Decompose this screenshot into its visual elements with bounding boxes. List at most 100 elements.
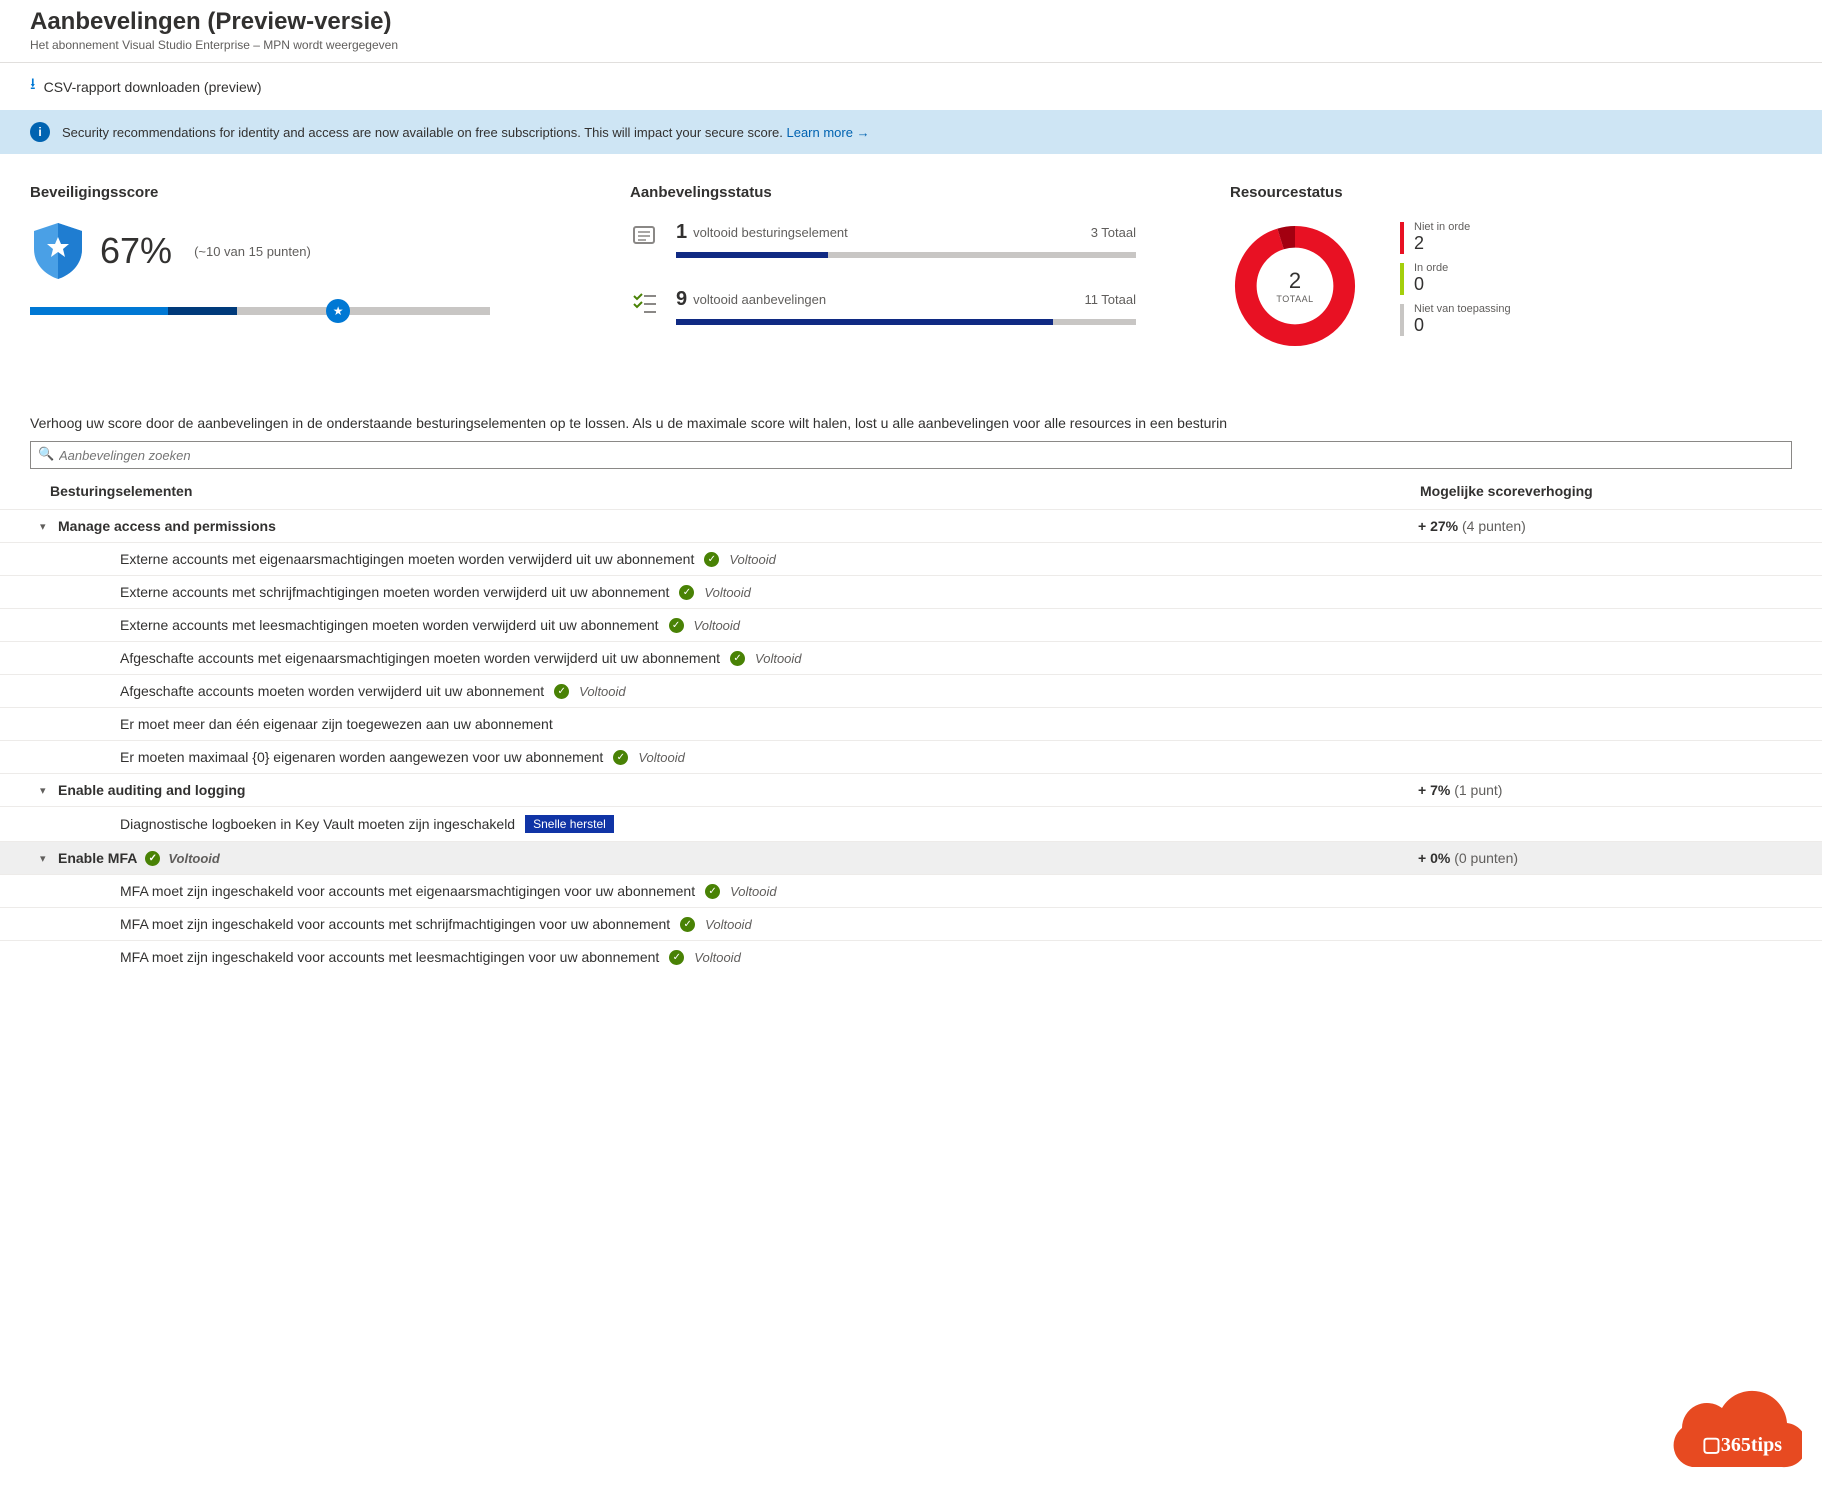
control-name: Enable MFA <box>58 850 137 866</box>
check-icon: ✓ <box>669 618 684 633</box>
status-icon <box>630 288 658 316</box>
recommendation-row[interactable]: MFA moet zijn ingeschakeld voor accounts… <box>0 874 1822 907</box>
svg-text:▢365tips: ▢365tips <box>1702 1434 1782 1456</box>
check-icon: ✓ <box>554 684 569 699</box>
recommendation-text: Externe accounts met leesmachtigingen mo… <box>120 617 659 633</box>
recommendation-text: Afgeschafte accounts moeten worden verwi… <box>120 683 544 699</box>
chevron-down-icon: ▾ <box>40 852 58 865</box>
recommendation-row[interactable]: Diagnostische logboeken in Key Vault moe… <box>0 806 1822 841</box>
score-title: Beveiligingsscore <box>30 184 590 201</box>
learn-more-link[interactable]: Learn more → <box>786 125 869 140</box>
legend-item: Niet in orde 2 <box>1400 221 1511 254</box>
recommendation-row[interactable]: Externe accounts met schrijfmachtigingen… <box>0 575 1822 608</box>
recommendation-row[interactable]: Afgeschafte accounts moeten worden verwi… <box>0 674 1822 707</box>
resource-title: Resourcestatus <box>1230 184 1511 201</box>
donut-total-label: TOTAAL <box>1276 294 1313 304</box>
search-icon: 🔍 <box>38 446 54 462</box>
info-icon: i <box>30 122 50 142</box>
score-increase: + 27% <box>1418 518 1458 534</box>
legend-label: Niet van toepassing <box>1414 303 1511 315</box>
score-subtext: (~10 van 15 punten) <box>194 244 311 259</box>
completed-label: Voltooid <box>705 917 752 932</box>
recommendation-text: Er moeten maximaal {0} eigenaren worden … <box>120 749 603 765</box>
chevron-down-icon: ▾ <box>40 784 58 797</box>
shield-icon <box>30 221 86 281</box>
check-icon: ✓ <box>669 950 684 965</box>
page-title: Aanbevelingen (Preview-versie) <box>30 8 1792 36</box>
status-title: Aanbevelingsstatus <box>630 184 1190 201</box>
status-label: voltooid besturingselement <box>693 225 1085 240</box>
search-input[interactable] <box>30 441 1792 469</box>
control-name: Manage access and permissions <box>58 518 276 534</box>
status-bar <box>676 319 1136 325</box>
recommendation-row[interactable]: Er moet meer dan één eigenaar zijn toege… <box>0 707 1822 740</box>
score-increase-pts: (0 punten) <box>1454 850 1518 866</box>
recommendation-text: Diagnostische logboeken in Key Vault moe… <box>120 816 515 832</box>
recommendation-text: Afgeschafte accounts met eigenaarsmachti… <box>120 650 720 666</box>
info-banner: i Security recommendations for identity … <box>0 110 1822 154</box>
recommendation-text: Er moet meer dan één eigenaar zijn toege… <box>120 716 553 732</box>
resource-donut: 2 TOTAAL <box>1230 221 1360 351</box>
check-icon: ✓ <box>680 917 695 932</box>
watermark-logo: ▢365tips <box>1632 1373 1802 1486</box>
recommendation-text: MFA moet zijn ingeschakeld voor accounts… <box>120 916 670 932</box>
download-csv-button[interactable]: CSV-rapport downloaden (preview) <box>44 79 262 95</box>
donut-total-num: 2 <box>1289 268 1301 294</box>
check-icon: ✓ <box>705 884 720 899</box>
legend-item: Niet van toepassing 0 <box>1400 303 1511 336</box>
status-label: voltooid aanbevelingen <box>693 292 1078 307</box>
recommendation-row[interactable]: Externe accounts met eigenaarsmachtiging… <box>0 542 1822 575</box>
control-row[interactable]: ▾ Manage access and permissions + 27% (4… <box>0 509 1822 542</box>
score-increase-pts: (1 punt) <box>1454 782 1502 798</box>
quickfix-badge[interactable]: Snelle herstel <box>525 815 614 833</box>
status-total: 11 Totaal <box>1084 292 1136 307</box>
control-name: Enable auditing and logging <box>58 782 245 798</box>
col-score-header[interactable]: Mogelijke scoreverhoging <box>1420 483 1593 499</box>
page-subtitle: Het abonnement Visual Studio Enterprise … <box>30 38 1792 52</box>
score-increase-pts: (4 punten) <box>1462 518 1526 534</box>
recommendation-text: Externe accounts met schrijfmachtigingen… <box>120 584 669 600</box>
recommendation-row[interactable]: Afgeschafte accounts met eigenaarsmachti… <box>0 641 1822 674</box>
download-icon: ⭳ <box>30 73 36 100</box>
recommendation-text: Externe accounts met eigenaarsmachtiging… <box>120 551 694 567</box>
banner-text: Security recommendations for identity an… <box>62 125 786 140</box>
completed-label: Voltooid <box>755 651 802 666</box>
recommendation-row[interactable]: MFA moet zijn ingeschakeld voor accounts… <box>0 907 1822 940</box>
check-icon: ✓ <box>704 552 719 567</box>
recommendation-row[interactable]: MFA moet zijn ingeschakeld voor accounts… <box>0 940 1822 973</box>
main-description: Verhoog uw score door de aanbevelingen i… <box>0 415 1822 431</box>
status-num: 1 <box>676 221 687 244</box>
completed-label: Voltooid <box>638 750 685 765</box>
check-icon: ✓ <box>145 851 160 866</box>
recommendation-row[interactable]: Er moeten maximaal {0} eigenaren worden … <box>0 740 1822 773</box>
legend-label: Niet in orde <box>1414 221 1470 233</box>
recommendation-text: MFA moet zijn ingeschakeld voor accounts… <box>120 883 695 899</box>
col-controls-header[interactable]: Besturingselementen <box>50 483 1420 499</box>
completed-label: Voltooid <box>694 950 741 965</box>
completed-label: Voltooid <box>168 851 220 866</box>
check-icon: ✓ <box>679 585 694 600</box>
recommendation-text: MFA moet zijn ingeschakeld voor accounts… <box>120 949 659 965</box>
score-progress-bar: ★ <box>30 307 490 315</box>
score-percent: 67% <box>100 230 172 272</box>
legend-item: In orde 0 <box>1400 262 1511 295</box>
score-increase: + 7% <box>1418 782 1450 798</box>
score-knob-icon: ★ <box>326 299 350 323</box>
status-bar <box>676 252 1136 258</box>
legend-value: 0 <box>1414 315 1511 336</box>
completed-label: Voltooid <box>694 618 741 633</box>
completed-label: Voltooid <box>704 585 751 600</box>
status-total: 3 Totaal <box>1091 225 1136 240</box>
control-row[interactable]: ▾ Enable auditing and logging + 7% (1 pu… <box>0 773 1822 806</box>
status-icon <box>630 221 658 249</box>
legend-value: 2 <box>1414 233 1470 254</box>
completed-label: Voltooid <box>730 884 777 899</box>
completed-label: Voltooid <box>579 684 626 699</box>
legend-value: 0 <box>1414 274 1448 295</box>
chevron-down-icon: ▾ <box>40 520 58 533</box>
recommendation-row[interactable]: Externe accounts met leesmachtigingen mo… <box>0 608 1822 641</box>
completed-label: Voltooid <box>729 552 776 567</box>
control-row[interactable]: ▾ Enable MFA ✓ Voltooid + 0% (0 punten) <box>0 841 1822 874</box>
check-icon: ✓ <box>613 750 628 765</box>
check-icon: ✓ <box>730 651 745 666</box>
